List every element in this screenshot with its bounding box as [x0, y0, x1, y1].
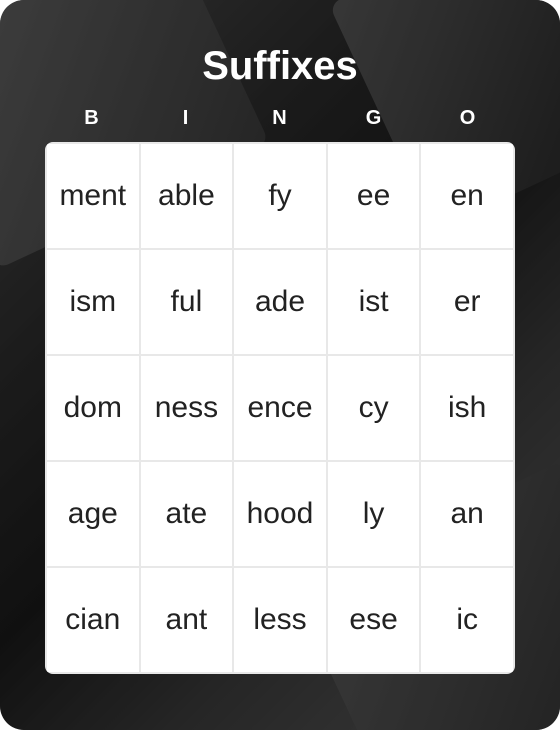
bingo-cell[interactable]: cy	[328, 356, 420, 460]
bingo-cell[interactable]: ee	[328, 144, 420, 248]
bingo-cell[interactable]: ly	[328, 462, 420, 566]
bingo-cell[interactable]: er	[421, 250, 513, 354]
bingo-cell[interactable]: ist	[328, 250, 420, 354]
card-title: Suffixes	[202, 44, 358, 89]
header-n: N	[233, 107, 327, 130]
bingo-cell[interactable]: able	[141, 144, 233, 248]
bingo-cell[interactable]: cian	[47, 568, 139, 672]
bingo-cell[interactable]: ese	[328, 568, 420, 672]
bingo-cell[interactable]: ate	[141, 462, 233, 566]
bingo-cell[interactable]: an	[421, 462, 513, 566]
bingo-cell[interactable]: dom	[47, 356, 139, 460]
bingo-cell[interactable]: ic	[421, 568, 513, 672]
header-g: G	[327, 107, 421, 130]
bingo-cell[interactable]: ness	[141, 356, 233, 460]
bingo-cell[interactable]: age	[47, 462, 139, 566]
bingo-card: Suffixes B I N G O ment able fy ee en is…	[0, 0, 560, 730]
bingo-cell[interactable]: ant	[141, 568, 233, 672]
header-b: B	[45, 107, 139, 130]
bingo-cell[interactable]: ade	[234, 250, 326, 354]
bingo-cell[interactable]: fy	[234, 144, 326, 248]
card-content: Suffixes B I N G O ment able fy ee en is…	[0, 0, 560, 730]
header-o: O	[421, 107, 515, 130]
bingo-cell[interactable]: en	[421, 144, 513, 248]
bingo-cell[interactable]: ism	[47, 250, 139, 354]
bingo-cell[interactable]: ment	[47, 144, 139, 248]
bingo-cell[interactable]: ish	[421, 356, 513, 460]
header-i: I	[139, 107, 233, 130]
bingo-cell[interactable]: ence	[234, 356, 326, 460]
bingo-cell[interactable]: less	[234, 568, 326, 672]
bingo-cell[interactable]: hood	[234, 462, 326, 566]
bingo-cell[interactable]: ful	[141, 250, 233, 354]
column-headers: B I N G O	[45, 107, 515, 130]
bingo-grid: ment able fy ee en ism ful ade ist er do…	[45, 142, 515, 674]
